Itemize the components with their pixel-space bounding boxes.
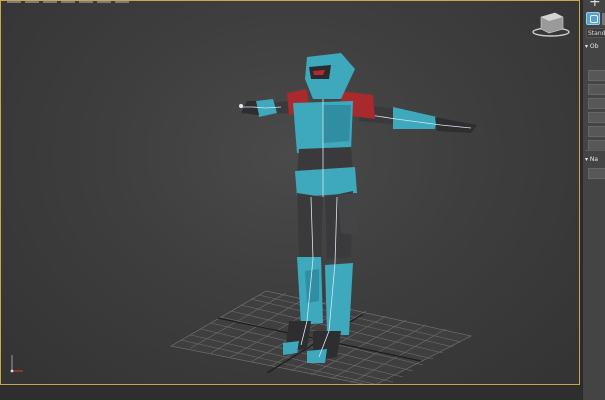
right-forearm-armor[interactable] bbox=[393, 107, 437, 129]
object-type-button-1[interactable] bbox=[588, 70, 605, 81]
left-thigh[interactable] bbox=[297, 193, 323, 259]
object-type-button-5[interactable] bbox=[588, 126, 605, 137]
scene-canvas[interactable] bbox=[1, 1, 580, 385]
viewport[interactable] bbox=[0, 0, 580, 385]
viewcube-icon[interactable] bbox=[532, 12, 570, 37]
status-bar bbox=[0, 386, 582, 400]
command-panel: + Stand ▾ Ob ▾ Na bbox=[582, 0, 605, 400]
rollout-name-color[interactable]: ▾ Na bbox=[585, 155, 605, 164]
geometry-category-icon[interactable] bbox=[586, 12, 600, 25]
left-hand[interactable] bbox=[241, 101, 259, 115]
name-field[interactable] bbox=[588, 168, 605, 179]
object-type-button-4[interactable] bbox=[588, 112, 605, 123]
rollout-object-type[interactable]: ▾ Ob bbox=[585, 42, 605, 51]
object-type-button-2[interactable] bbox=[588, 84, 605, 95]
object-type-button-3[interactable] bbox=[588, 98, 605, 109]
axis-gizmo-icon bbox=[10, 355, 23, 373]
rollout-separator bbox=[585, 150, 605, 151]
object-type-dropdown[interactable]: Stand bbox=[586, 28, 605, 38]
create-tab-icon[interactable]: + bbox=[589, 0, 601, 10]
